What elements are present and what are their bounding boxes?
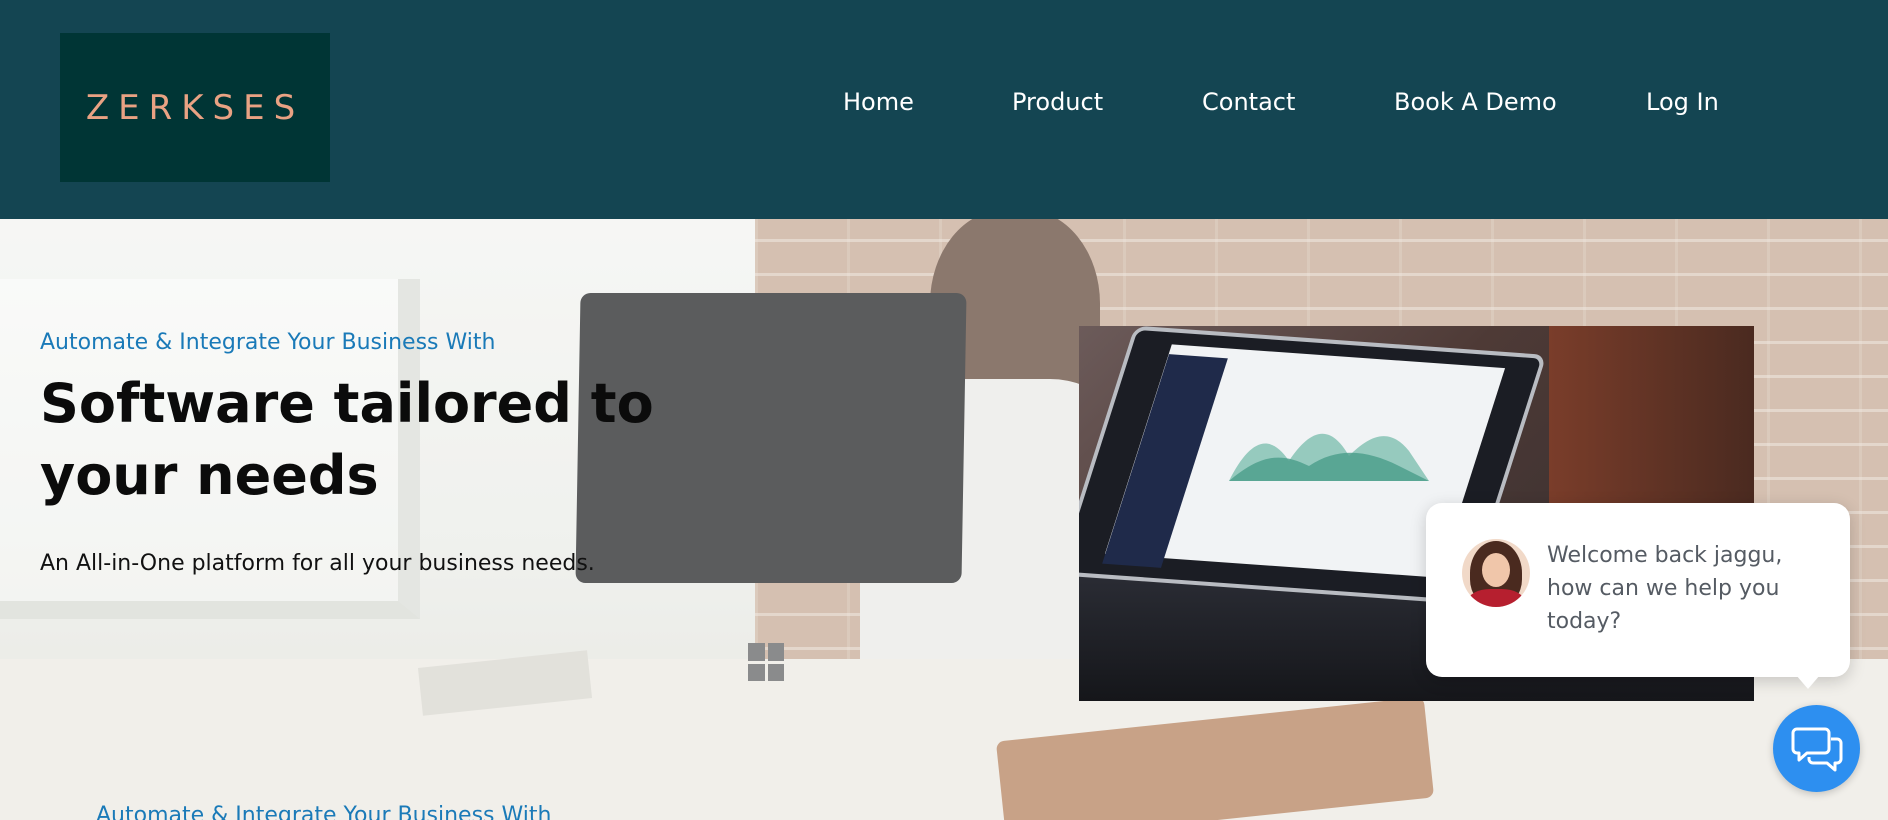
windows-logo-icon (748, 643, 784, 681)
chat-message: Welcome back jaggu, how can we help you … (1547, 543, 1783, 634)
nav-log-in[interactable]: Log In (1646, 88, 1719, 116)
nav-book-a-demo[interactable]: Book A Demo (1394, 88, 1557, 116)
site-header: ZERKSES Home Product Contact Book A Demo… (0, 0, 1888, 219)
pi-area-chart (1229, 433, 1429, 481)
chat-popup[interactable]: Welcome back jaggu, how can we help you … (1426, 503, 1850, 677)
nav-home[interactable]: Home (843, 88, 914, 116)
agent-avatar (1462, 539, 1530, 607)
hero-subtext: An All-in-One platform for all your busi… (40, 551, 595, 576)
chat-launcher-button[interactable] (1773, 705, 1860, 792)
hero-eyebrow: Automate & Integrate Your Business With (40, 330, 496, 355)
nav-contact[interactable]: Contact (1202, 88, 1295, 116)
nav-product[interactable]: Product (1012, 88, 1103, 116)
chat-popup-tail (1796, 675, 1820, 689)
main-nav: Home Product Contact Book A Demo Log In (0, 88, 1888, 124)
chat-bubbles-icon (1791, 727, 1842, 771)
hero-headline: Software tailored to your needs (40, 372, 654, 507)
section-eyebrow: Automate & Integrate Your Business With (96, 803, 552, 820)
